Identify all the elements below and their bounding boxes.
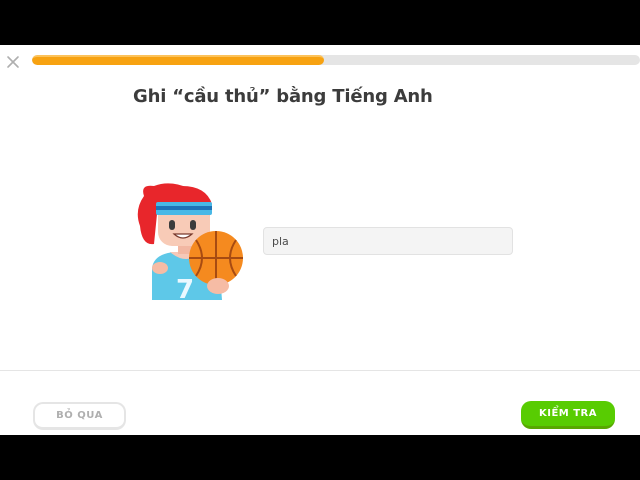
lesson-progress-fill [32, 55, 324, 65]
prompt-title: Ghi “cầu thủ” bằng Tiếng Anh [133, 86, 433, 107]
close-icon[interactable] [4, 53, 22, 71]
footer-divider [0, 370, 640, 371]
lesson-screen: Ghi “cầu thủ” bằng Tiếng Anh 7 BỎ QUA KI… [0, 45, 640, 435]
check-button[interactable]: KIỂM TRA [521, 401, 615, 429]
svg-text:7: 7 [176, 275, 194, 302]
lesson-progress-bar [32, 55, 640, 65]
answer-input[interactable] [263, 227, 513, 255]
basketball-player-illustration: 7 [137, 183, 243, 302]
skip-button[interactable]: BỎ QUA [33, 402, 126, 430]
